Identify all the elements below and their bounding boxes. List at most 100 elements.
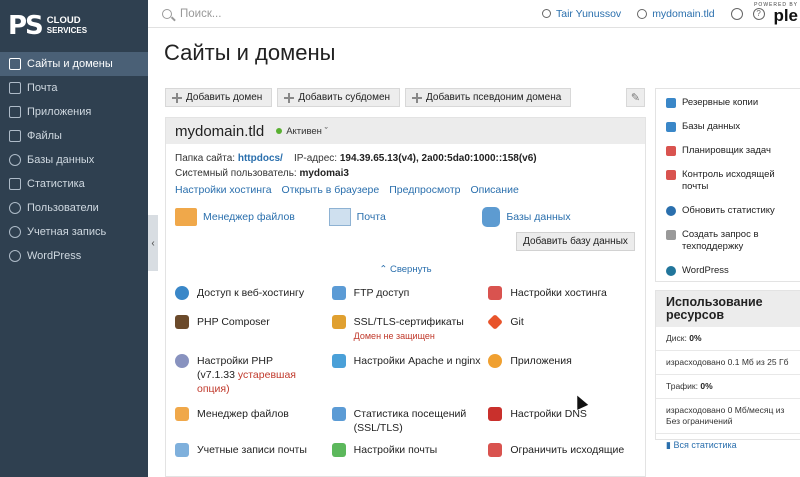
settings-wrench-button[interactable]: ✎ [626,88,645,107]
tool-label: Статистика посещений [353,408,467,420]
tool-label: Доступ к веб-хостингу [197,287,305,299]
sidebar-item-wordpress[interactable]: WordPress [0,244,148,268]
databases-link[interactable]: Базы данных [656,121,800,133]
tools-grid: Доступ к веб-хостингу FTP доступ Настрой… [175,286,645,467]
refresh-icon [666,206,676,216]
all-stats-link[interactable]: ▮ Вся статистика [656,434,800,457]
php-deprecated: устаревшая [237,369,296,381]
user-menu[interactable]: Tair Yunussov [542,8,621,20]
sidebar-item-sites-domains[interactable]: Сайты и домены [0,52,148,76]
web-hosting-access[interactable]: Доступ к веб-хостингу [175,286,332,315]
preview-link[interactable]: Предпросмотр [389,184,460,196]
sidebar-item-label: Почта [27,82,58,94]
php-composer[interactable]: PHP Composer [175,315,332,354]
plus-icon [412,92,423,103]
git[interactable]: Git [487,314,645,354]
hosting-settings[interactable]: Настройки хостинга [488,286,645,315]
sysuser-value: mydomai3 [299,168,349,179]
hosting-icon [488,286,503,300]
sidebar-item-statistics[interactable]: Статистика [0,172,148,196]
mail-link[interactable]: Почта [328,207,483,227]
traffic-detail: израсходовано 0 Мб/месяц из Без ограниче… [666,405,785,426]
open-in-browser-link[interactable]: Открыть в браузере [282,184,380,196]
quick-label: Менеджер файлов [203,211,295,223]
mail-control-icon [666,170,676,180]
traffic-value: 0% [700,381,713,391]
sysuser-label: Системный пользователь: [175,168,297,179]
mail-accounts[interactable]: Учетные записи почты [175,443,332,467]
sidebar-item-label: Приложения [27,106,92,118]
file-manager[interactable]: Менеджер файлов [175,407,332,443]
apps-icon [488,354,503,368]
right-label: Создать запрос в техподдержку [682,229,759,252]
domain-name[interactable]: mydomain.tld [175,123,264,140]
apache-nginx-settings[interactable]: Настройки Apache и nginx [331,354,489,407]
ftp-access[interactable]: FTP доступ [331,286,489,315]
disk-value: 0% [689,333,702,343]
databases-link[interactable]: Базы данных [482,207,636,227]
logo-text: CLOUD SERVICES [47,16,87,36]
php-icon [175,354,189,368]
sidebar-item-mail[interactable]: Почта [0,76,148,100]
tool-label: Git [510,316,524,328]
search-input[interactable]: Поиск... [162,8,542,20]
support-request-link[interactable]: Создать запрос в техподдержку [656,229,800,253]
applications[interactable]: Приложения [488,354,645,407]
tool-label: Настройки почты [353,444,438,456]
status-badge[interactable]: Активен ˇ [276,126,328,137]
sidebar-collapse-button[interactable]: ‹ [148,215,158,271]
visit-statistics[interactable]: Статистика посещений (SSL/TLS) [331,407,489,443]
sidebar-nav: Сайты и домены Почта Приложения Файлы Ба… [0,52,148,268]
collapse-link[interactable]: ⌃ Свернуть [166,264,645,275]
user-icon [9,202,21,214]
wordpress-link[interactable]: WordPress [656,265,800,277]
add-database-button[interactable]: Добавить базу данных [516,232,635,251]
sidebar-item-users[interactable]: Пользователи [0,196,148,220]
apps-icon [9,106,21,118]
tool-label: Приложения [510,355,572,367]
status-dot-icon [276,128,283,134]
sidebar-item-files[interactable]: Файлы [0,124,148,148]
mail-settings[interactable]: Настройки почты [331,443,489,467]
ssl-certificates[interactable]: SSL/TLS-сертификаты Домен не защищен [331,315,489,354]
task-scheduler-link[interactable]: Планировщик задач [656,145,800,157]
description-link[interactable]: Описание [470,184,518,196]
sidebar-item-label: Пользователи [27,202,99,214]
sidebar-item-account[interactable]: Учетная запись [0,220,148,244]
tool-label: Настройки PHP [197,355,273,367]
extensions-icon[interactable] [730,7,743,20]
dns-settings[interactable]: Настройки DNS [488,407,645,443]
refresh-stats-link[interactable]: Обновить статистику [656,205,800,217]
add-subdomain-button[interactable]: Добавить субдомен [277,88,401,107]
file-manager-link[interactable]: Менеджер файлов [175,207,329,227]
globe-icon [175,286,189,300]
user-name: Tair Yunussov [556,7,622,20]
globe-icon [637,8,648,19]
disk-detail: израсходовано 0.1 Мб из 25 Гб [666,357,789,367]
sidebar-item-databases[interactable]: Базы данных [0,148,148,172]
usage-title: Использование ресурсов [656,291,800,327]
sidebar-item-apps[interactable]: Приложения [0,100,148,124]
php-settings[interactable]: Настройки PHP (v7.1.33 устаревшая опция) [175,354,332,407]
tool-label: SSL/TLS-сертификаты [353,316,464,328]
brand-logo[interactable]: PS CLOUD SERVICES [0,0,148,52]
search-placeholder: Поиск... [180,7,222,20]
limit-outgoing[interactable]: Ограничить исходящие [488,443,645,467]
calendar-icon [666,146,676,156]
add-domain-label: Добавить домен [186,92,263,103]
sidebar: PS CLOUD SERVICES Сайты и домены Почта П… [0,0,148,477]
chart-icon [9,178,21,190]
tools-row: Менеджер файлов Статистика посещений (SSL… [175,407,645,443]
hosting-settings-link[interactable]: Настройки хостинга [175,184,272,196]
quick-label: Базы данных [506,211,571,223]
add-alias-button[interactable]: Добавить псевдоним домена [405,88,572,107]
ssl-warning: Домен не защищен [353,331,435,341]
domain-selector[interactable]: mydomain.tld [637,8,715,20]
tool-label: FTP доступ [353,287,410,299]
outgoing-mail-control-link[interactable]: Контроль исходящей почты [656,169,800,193]
database-icon [482,207,501,227]
add-domain-button[interactable]: Добавить домен [165,88,273,107]
backups-link[interactable]: Резервные копии [656,97,800,109]
folder-link[interactable]: httpdocs/ [238,153,283,164]
logo-line1: CLOUD [46,15,81,26]
